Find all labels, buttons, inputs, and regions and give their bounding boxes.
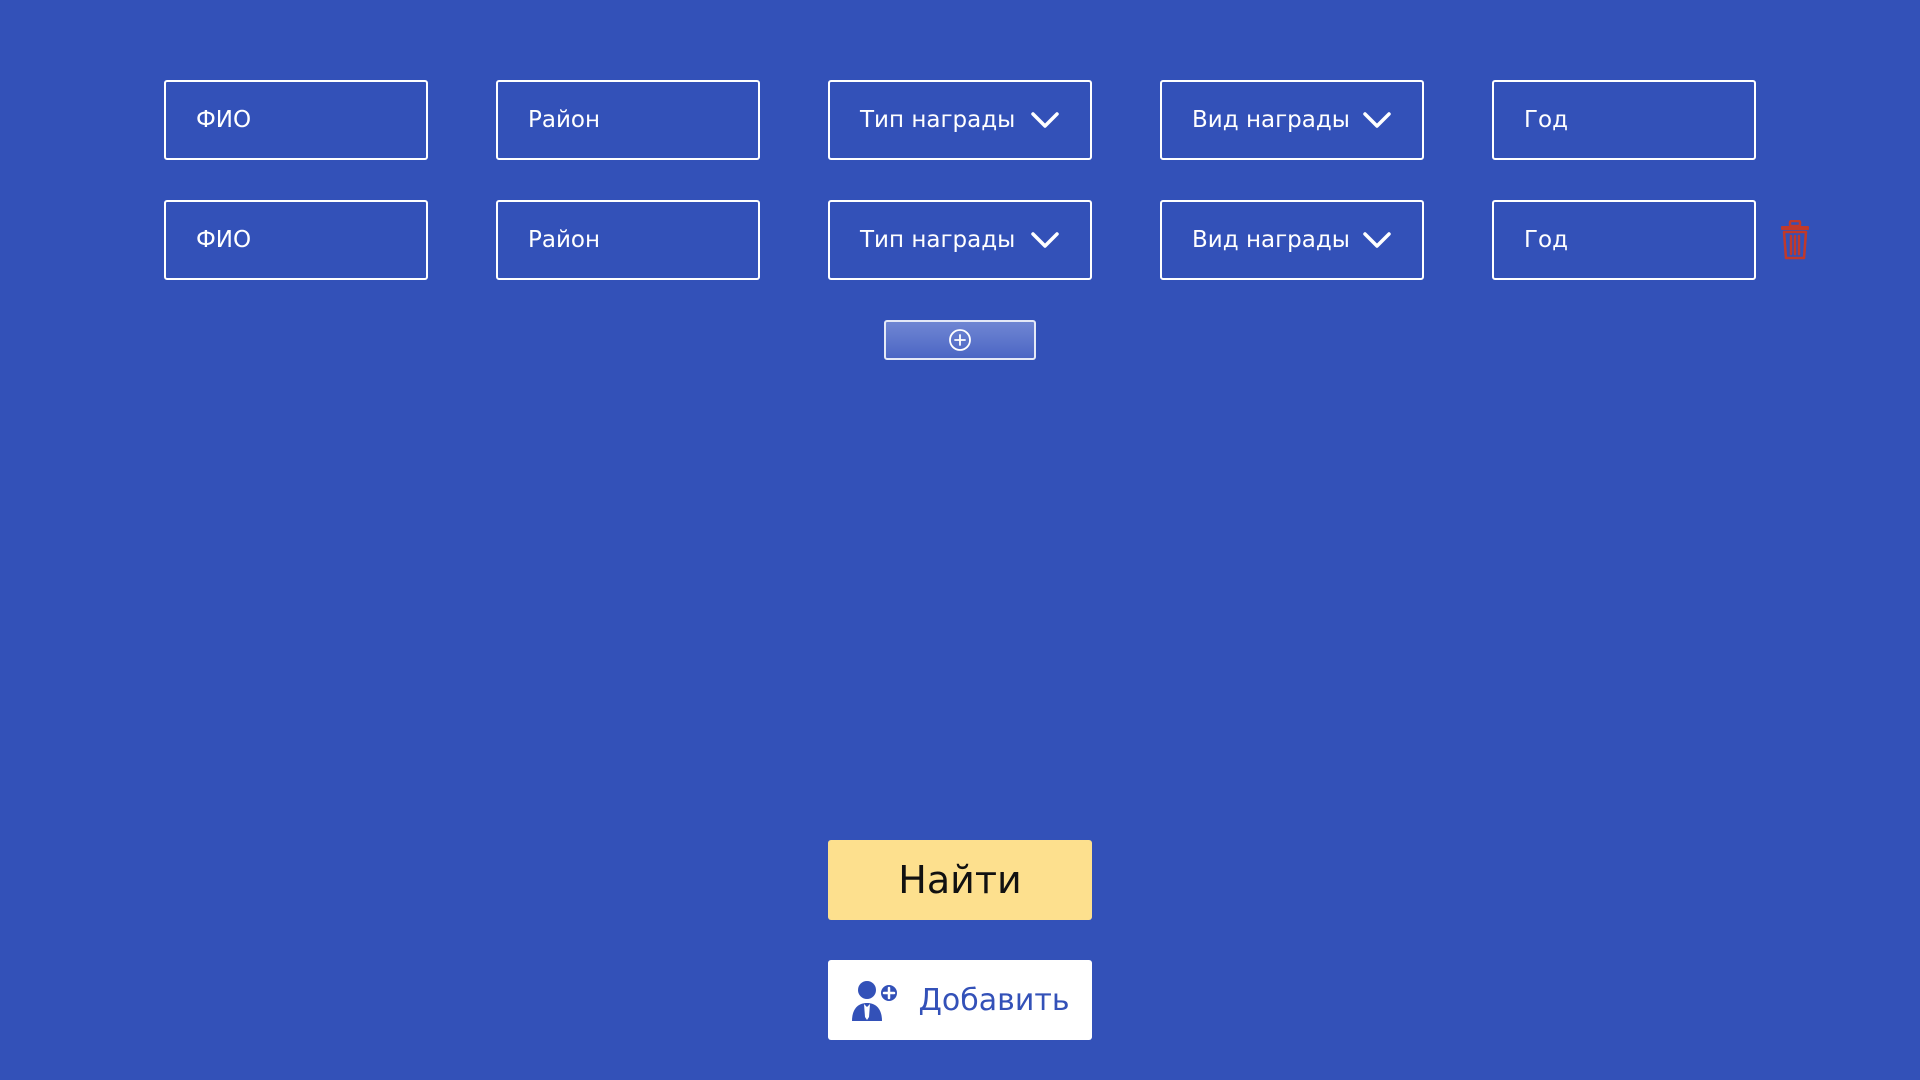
add-row-button[interactable] [884, 320, 1036, 360]
award-kind-select[interactable]: Вид награды [1160, 200, 1424, 280]
chevron-down-icon [1363, 232, 1391, 248]
add-button-label: Добавить [918, 982, 1070, 1018]
fio-field[interactable]: ФИО [164, 80, 428, 160]
award-kind-select[interactable]: Вид награды [1160, 80, 1424, 160]
filter-row: ФИО Район Тип награды Вид награды Год [0, 80, 1920, 160]
award-type-label: Тип награды [860, 227, 1016, 253]
chevron-down-icon [1363, 112, 1391, 128]
add-button[interactable]: Добавить [828, 960, 1092, 1040]
award-kind-label: Вид награды [1192, 107, 1350, 133]
fio-field[interactable]: ФИО [164, 200, 428, 280]
trash-icon [1781, 220, 1809, 260]
fio-placeholder: ФИО [196, 227, 252, 253]
fio-placeholder: ФИО [196, 107, 252, 133]
chevron-down-icon [1031, 112, 1059, 128]
year-placeholder: Год [1524, 107, 1569, 133]
award-kind-label: Вид награды [1192, 227, 1350, 253]
district-placeholder: Район [528, 227, 601, 253]
district-field[interactable]: Район [496, 80, 760, 160]
find-button-label: Найти [898, 858, 1022, 902]
award-type-select[interactable]: Тип награды [828, 200, 1092, 280]
award-type-select[interactable]: Тип награды [828, 80, 1092, 160]
find-button[interactable]: Найти [828, 840, 1092, 920]
year-placeholder: Год [1524, 227, 1569, 253]
year-field[interactable]: Год [1492, 80, 1756, 160]
award-type-label: Тип награды [860, 107, 1016, 133]
filter-row: ФИО Район Тип награды Вид награды Год [0, 200, 1920, 280]
year-field[interactable]: Год [1492, 200, 1756, 280]
delete-row-button[interactable] [1780, 220, 1810, 260]
chevron-down-icon [1031, 232, 1059, 248]
district-field[interactable]: Район [496, 200, 760, 280]
district-placeholder: Район [528, 107, 601, 133]
plus-circle-icon [949, 329, 971, 351]
add-person-icon [852, 981, 900, 1021]
